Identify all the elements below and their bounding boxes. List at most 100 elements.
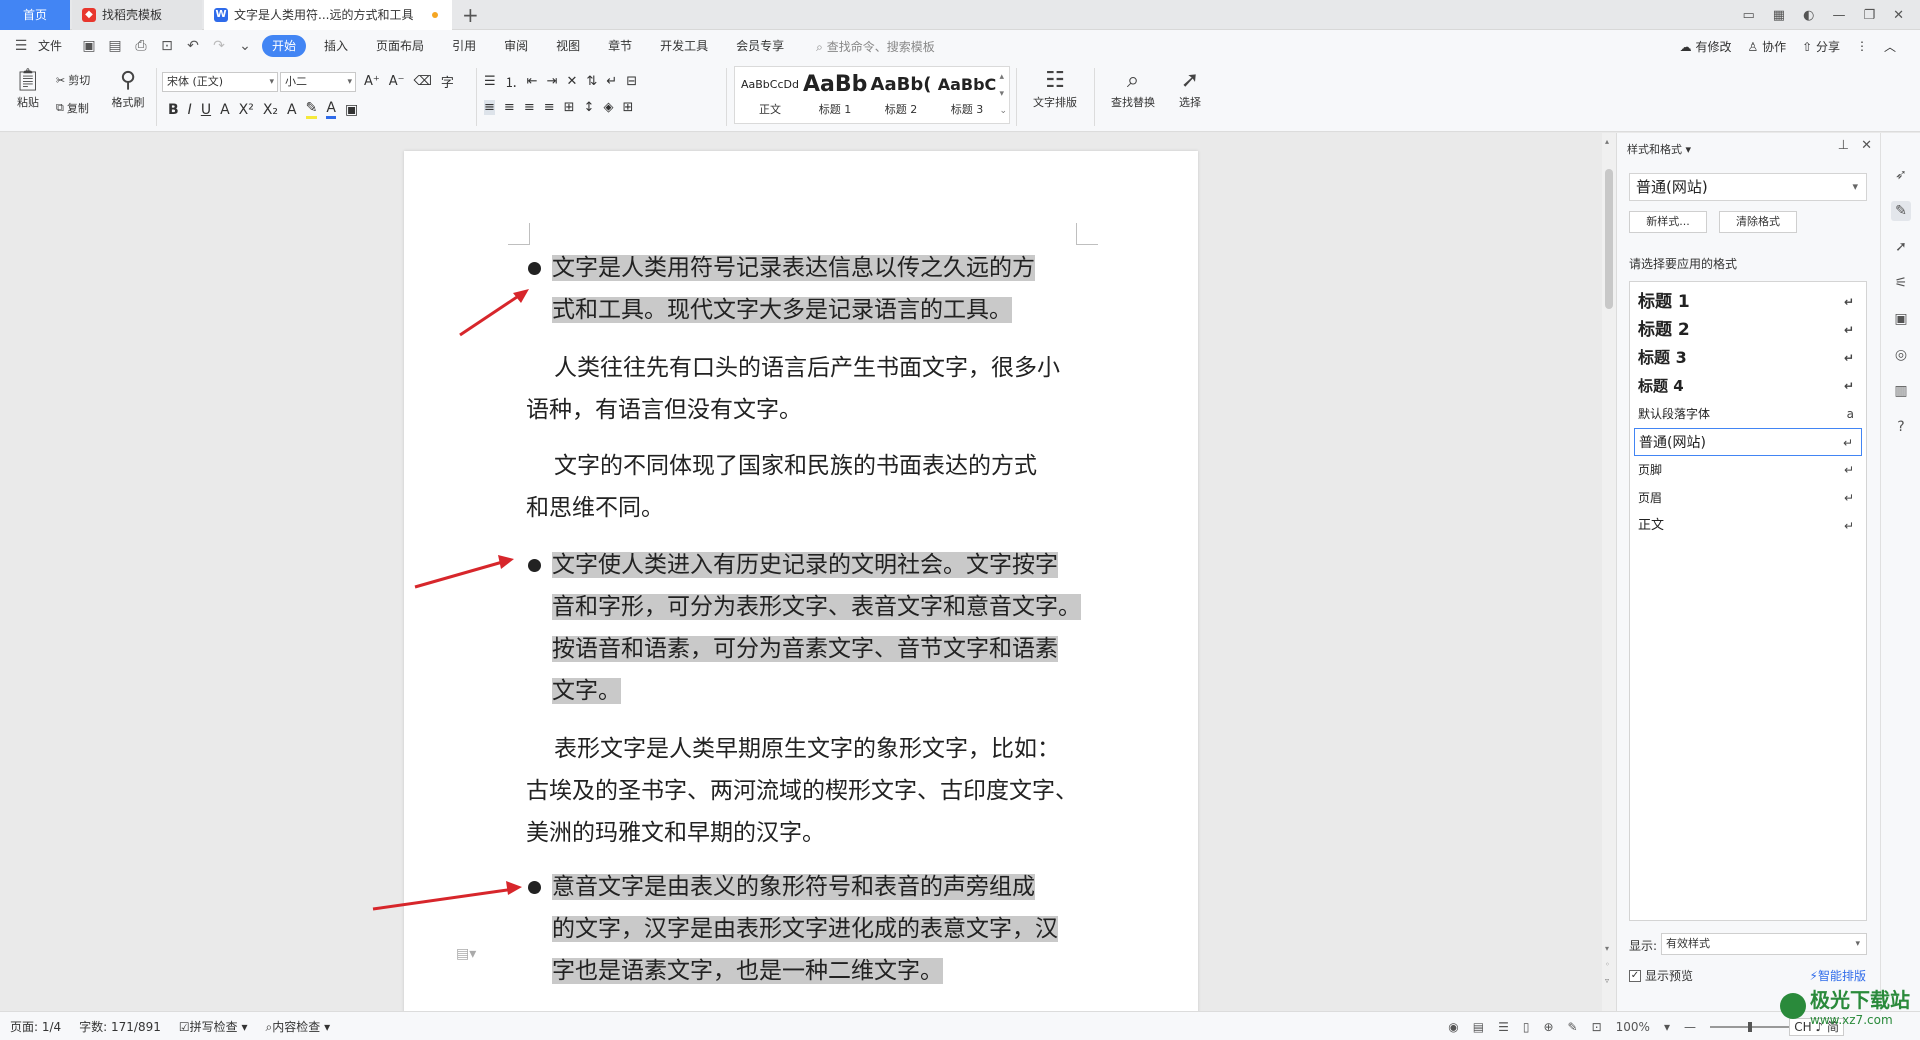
page-view-icon[interactable]: ▤ <box>1473 1020 1484 1034</box>
copy-button[interactable]: ⧉ 复制 <box>56 100 89 116</box>
show-preview-checkbox[interactable]: ✓ 显示预览 <box>1629 967 1693 984</box>
tab-home[interactable]: 首页 <box>0 0 70 30</box>
zoom-slider[interactable] <box>1710 1021 1790 1032</box>
style-heading-3[interactable]: AaBbC 标题 3 <box>935 69 999 117</box>
zoom-out-icon[interactable]: — <box>1684 1020 1696 1034</box>
style-list-item-heading-1[interactable]: 标题 1 ↵ <box>1634 288 1862 316</box>
menu-section[interactable]: 章节 <box>598 35 642 57</box>
save-icon[interactable]: ▣ <box>80 37 98 55</box>
tab-templates[interactable]: ◆ 找稻壳模板 <box>72 0 202 30</box>
outline-view-icon[interactable]: ☰ <box>1498 1020 1509 1034</box>
write-mode-icon[interactable]: ✎ <box>1568 1020 1578 1034</box>
shading-icon[interactable]: ◈ <box>603 100 613 115</box>
menu-review[interactable]: 审阅 <box>494 35 538 57</box>
paragraph-5[interactable]: 表形文字是人类早期原生文字的象形文字，比如： 古埃及的圣书字、两河流域的楔形文字… <box>526 728 1078 854</box>
gallery-scroll-icon[interactable]: ▴ ▾ ⌄ <box>999 69 1007 120</box>
select-button[interactable]: ➚ 选择 <box>1168 68 1212 110</box>
collapse-ribbon-icon[interactable]: ︿ <box>1884 38 1896 55</box>
increase-indent-icon[interactable]: ⇥ <box>547 74 558 89</box>
help-icon[interactable]: ? <box>1891 417 1911 437</box>
shrink-font-icon[interactable]: A⁻ <box>389 74 405 89</box>
close-panel-icon[interactable]: ✕ <box>1861 138 1872 153</box>
style-list-item-heading-3[interactable]: 标题 3 ↵ <box>1634 344 1862 372</box>
paragraph-3[interactable]: 文字的不同体现了国家和民族的书面表达的方式 和思维不同。 <box>526 445 1037 529</box>
fit-page-icon[interactable]: ⊡ <box>1592 1020 1602 1034</box>
reading-view-icon[interactable]: ▯ <box>1523 1020 1530 1034</box>
style-list-item-heading-4[interactable]: 标题 4 ↵ <box>1634 372 1862 400</box>
menu-home[interactable]: 开始 <box>262 35 307 57</box>
style-heading-1[interactable]: AaBb 标题 1 <box>803 69 867 117</box>
command-search[interactable]: ⌕ 查找命令、搜索模板 <box>816 38 935 55</box>
image-tool-icon[interactable]: ▣ <box>1891 309 1911 329</box>
menu-file[interactable]: 文件 <box>38 35 72 57</box>
style-list-item-header[interactable]: 页眉 ↵ <box>1634 484 1862 512</box>
scroll-down-icon[interactable]: ▾ ◦ ▿ <box>1605 941 1610 989</box>
menu-developer[interactable]: 开发工具 <box>650 35 718 57</box>
web-view-icon[interactable]: ⊕ <box>1543 1020 1553 1034</box>
collaborate-button[interactable]: ♙ 协作 <box>1747 38 1786 55</box>
font-size-select[interactable]: 小二 <box>280 72 356 92</box>
align-left-icon[interactable]: ≡ <box>484 100 495 115</box>
paragraph-4[interactable]: 文字使人类进入有历史记录的文明社会。文字按字 音和字形，可分为表形文字、表音文字… <box>552 544 1081 712</box>
pinyin-guide-icon[interactable]: 字 <box>441 72 454 91</box>
menu-page-layout[interactable]: 页面布局 <box>366 35 434 57</box>
panel-title[interactable]: 样式和格式 ▾ <box>1627 141 1691 157</box>
paragraph-2[interactable]: 人类往往先有口头的语言后产生书面文字，很多小 语种，有语言但没有文字。 <box>526 347 1060 431</box>
clear-format-button[interactable]: 清除格式 <box>1719 211 1797 233</box>
spell-check-toggle[interactable]: ☑拼写检查 ▾ <box>179 1018 248 1035</box>
style-list-item-footer[interactable]: 页脚 ↵ <box>1634 456 1862 484</box>
align-right-icon[interactable]: ≡ <box>524 100 535 115</box>
redo-icon[interactable]: ↷ <box>210 37 228 55</box>
style-heading-2[interactable]: AaBb( 标题 2 <box>869 69 933 117</box>
word-count[interactable]: 字数: 171/891 <box>79 1018 161 1035</box>
paragraph-1[interactable]: 文字是人类用符号记录表达信息以传之久远的方 式和工具。现代文字大多是记录语言的工… <box>552 247 1035 331</box>
format-painter-button[interactable]: ⚲ 格式刷 <box>108 68 148 110</box>
minimize-icon[interactable]: — <box>1832 8 1845 23</box>
export-pdf-icon[interactable]: ▤ <box>106 37 124 55</box>
grow-font-icon[interactable]: A⁺ <box>364 74 380 89</box>
menu-view[interactable]: 视图 <box>546 35 590 57</box>
hamburger-menu-icon[interactable]: ☰ <box>12 37 30 55</box>
adjust-sliders-icon[interactable]: ⚟ <box>1891 273 1911 293</box>
customize-quick-access-icon[interactable]: ⌄ <box>236 37 254 55</box>
highlight-icon[interactable]: ✎ <box>305 100 318 119</box>
borders-icon[interactable]: ⊞ <box>622 100 633 115</box>
current-style-select[interactable]: 普通(网站) <box>1629 173 1867 201</box>
style-normal[interactable]: AaBbCcDd 正文 <box>739 69 801 117</box>
pin-icon[interactable]: ⊥ <box>1838 138 1849 153</box>
font-color-icon[interactable]: A <box>326 100 336 119</box>
undo-icon[interactable]: ↶ <box>184 37 202 55</box>
layout-icon[interactable]: ▭ <box>1743 8 1755 23</box>
eye-protection-icon[interactable]: ◉ <box>1448 1020 1458 1034</box>
style-list-item-default-font[interactable]: 默认段落字体 a <box>1634 400 1862 428</box>
text-layout-button[interactable]: ☷ 文字排版 <box>1024 68 1086 110</box>
style-list-item-heading-2[interactable]: 标题 2 ↵ <box>1634 316 1862 344</box>
tab-document[interactable]: W 文字是人类用符...远的方式和工具 <box>204 0 452 30</box>
print-preview-icon[interactable]: ⊡ <box>158 37 176 55</box>
scroll-up-icon[interactable]: ▴ <box>1605 137 1609 146</box>
modified-button[interactable]: ☁ 有修改 <box>1680 38 1732 55</box>
decrease-indent-icon[interactable]: ⇤ <box>527 74 538 89</box>
select-pointer-icon[interactable]: ➚ <box>1891 237 1911 257</box>
backup-icon[interactable]: ◎ <box>1891 345 1911 365</box>
vertical-scrollbar[interactable]: ▴ ▾ ◦ ▿ <box>1602 133 1616 1011</box>
restore-icon[interactable]: ❐ <box>1863 8 1875 23</box>
paste-button[interactable]: 📋︎ 粘贴 <box>10 68 46 110</box>
underline-icon[interactable]: U <box>201 102 211 118</box>
more-icon[interactable]: ⋮ <box>1856 39 1868 53</box>
close-window-icon[interactable]: ✕ <box>1893 8 1904 23</box>
justify-icon[interactable]: ≡ <box>544 100 555 115</box>
scrollbar-thumb[interactable] <box>1605 169 1613 309</box>
font-name-select[interactable]: 宋体 (正文) <box>162 72 278 92</box>
bullet-list-icon[interactable]: ☰ <box>484 74 496 89</box>
zoom-level[interactable]: 100% <box>1616 1020 1650 1034</box>
new-tab-icon[interactable]: + <box>462 3 479 27</box>
style-pen-icon[interactable]: ✎ <box>1891 201 1911 221</box>
page-indicator[interactable]: 页面: 1/4 <box>10 1018 61 1035</box>
line-spacing-icon[interactable]: ↕ <box>584 100 595 115</box>
menu-member[interactable]: 会员专享 <box>726 35 794 57</box>
style-list-item-normal-web[interactable]: 普通(网站) ↵ <box>1634 428 1862 456</box>
text-effect-icon[interactable]: A <box>220 102 230 118</box>
new-style-button[interactable]: 新样式... <box>1629 211 1707 233</box>
paragraph-6[interactable]: 意音文字是由表义的象形符号和表音的声旁组成 的文字，汉字是由表形文字进化成的表意… <box>552 866 1058 992</box>
